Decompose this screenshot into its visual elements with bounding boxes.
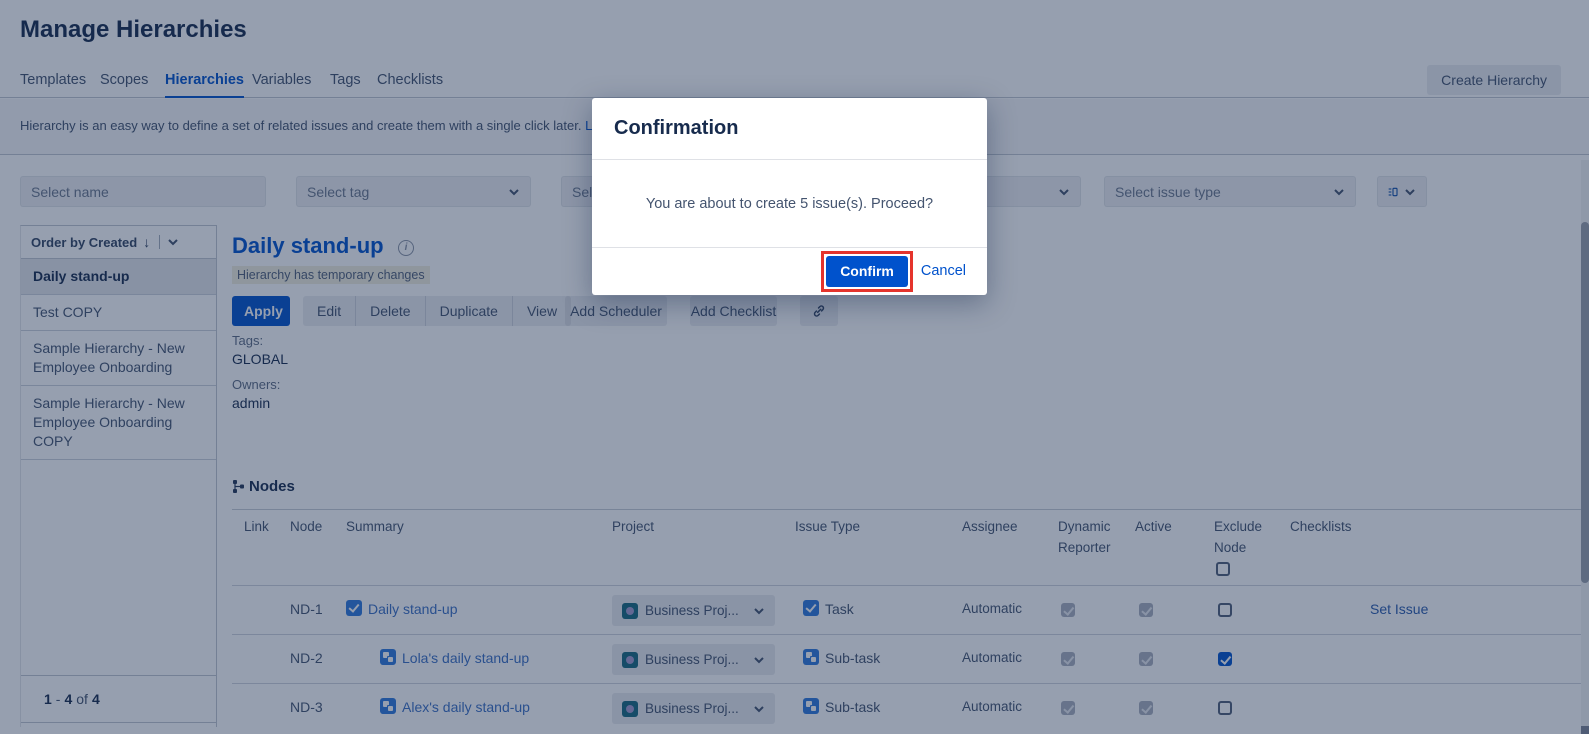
dialog-title: Confirmation	[592, 98, 987, 160]
confirm-button[interactable]: Confirm	[826, 256, 908, 287]
dialog-message: You are about to create 5 issue(s). Proc…	[592, 160, 987, 247]
confirmation-dialog: Confirmation You are about to create 5 i…	[592, 98, 987, 295]
cancel-link[interactable]: Cancel	[921, 263, 966, 279]
dialog-footer: Confirm Cancel	[592, 247, 987, 294]
manage-hierarchies-screen: Manage Hierarchies Templates Scopes Hier…	[0, 0, 1589, 734]
annotation-highlight-box: Confirm	[821, 251, 913, 292]
